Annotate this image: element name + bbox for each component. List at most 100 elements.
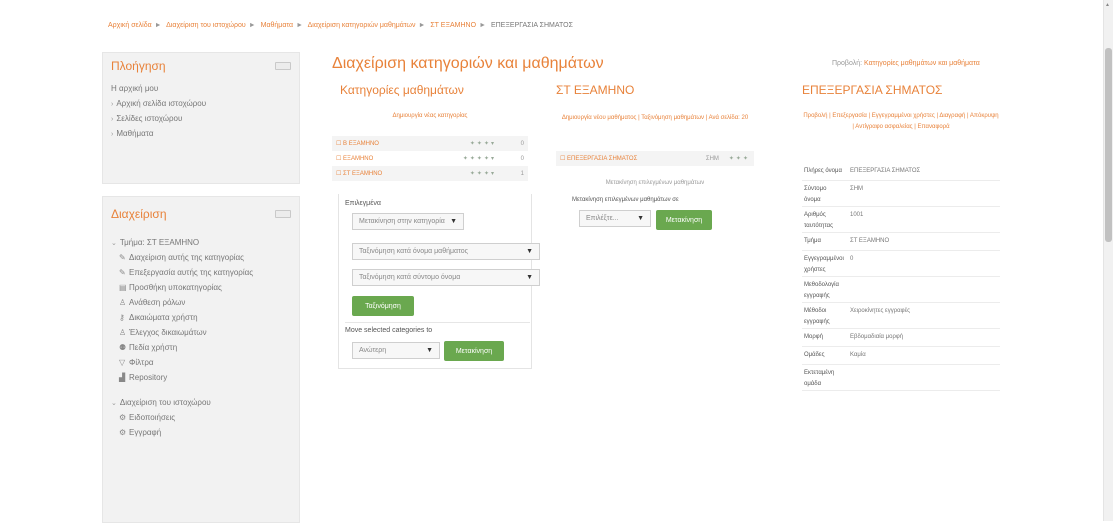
chart-icon: ▟: [119, 373, 126, 382]
admin-item-manage-category[interactable]: ✎ Διαχείριση αυτής της κατηγορίας: [111, 250, 291, 265]
detail-key: Πλήρες όνομα: [804, 168, 842, 174]
category-row[interactable]: ☐ ΣΤ ΕΞΑΜΗΝΟ ✦✦✦▾ 1: [332, 166, 528, 181]
view-mode-label: Προβολή:: [832, 60, 863, 67]
dropdown-arrow-icon: ▼: [526, 274, 533, 281]
block-collapse-icon[interactable]: [275, 210, 291, 218]
admin-item-notifications[interactable]: ⚙ Ειδοποιήσεις: [111, 410, 291, 425]
admin-item-label: Διαχείριση αυτής της κατηγορίας: [129, 253, 244, 262]
category-row[interactable]: ☐ Β ΕΞΑΜΗΝΟ ✦✦✦▾ 0: [332, 136, 528, 151]
course-checkbox[interactable]: ☐: [560, 155, 567, 162]
admin-item-label: Εγγραφή: [129, 428, 162, 437]
detail-row: Μορφή Εβδομαδιαία μορφή: [802, 329, 1000, 347]
breadcrumb-separator: ►: [296, 22, 304, 29]
caret-down-icon: ⌄: [111, 400, 117, 407]
course-links[interactable]: Δημιουργία νέου μαθήματος | Ταξινόμηση μ…: [556, 113, 754, 123]
sort-button[interactable]: Ταξινόμηση: [352, 296, 414, 316]
course-row[interactable]: ☐ ΕΠΕΞΕΡΓΑΣΙΑ ΣΗΜΑΤΟΣ ΣΗΜ ✦✦✦: [556, 151, 754, 166]
detail-row: Ομάδες Καμία: [802, 347, 1000, 365]
category-checkbox[interactable]: ☐: [336, 170, 343, 177]
admin-site-node[interactable]: ⌄ Διαχείριση του ιστοχώρου: [111, 395, 291, 410]
nav-item-courses[interactable]: › Μαθήματα: [111, 126, 291, 141]
courses-hint: Μετακίνηση επιλεγμένων μαθημάτων: [605, 180, 705, 186]
admin-item-label: Ειδοποιήσεις: [129, 413, 176, 422]
users-icon: ⚉: [119, 343, 127, 352]
breadcrumb-home[interactable]: Αρχική σελίδα: [108, 22, 152, 29]
scrollbar-thumb[interactable]: [1105, 48, 1112, 242]
detail-key: Τμήμα: [804, 238, 821, 244]
breadcrumb-separator: ►: [248, 22, 256, 29]
admin-item-assign-roles[interactable]: ♙ Ανάθεση ρόλων: [111, 295, 291, 310]
category-checkbox[interactable]: ☐: [336, 140, 343, 147]
admin-item-repository[interactable]: ▟ Repository: [111, 370, 291, 385]
detail-value: Καμία: [850, 352, 866, 358]
detail-key: Εγγεγραμμένοι χρήστες: [804, 256, 844, 273]
breadcrumb-courses[interactable]: Μαθήματα: [261, 22, 293, 29]
course-name[interactable]: ΕΠΕΞΕΡΓΑΣΙΑ ΣΗΜΑΤΟΣ: [567, 156, 637, 162]
select-value: Ανώτερη: [359, 347, 387, 354]
sort-by-name-select[interactable]: Ταξινόμηση κατά όνομα μαθήματος ▼: [352, 243, 540, 260]
category-name[interactable]: Β ΕΞΑΜΗΝΟ: [343, 141, 379, 147]
breadcrumb-site-admin[interactable]: Διαχείριση του ιστοχώρου: [166, 22, 246, 29]
detail-value: 0: [850, 256, 854, 262]
category-name[interactable]: ΕΞΑΜΗΝΟ: [343, 156, 373, 162]
nav-item-label: Σελίδες ιστοχώρου: [116, 114, 183, 123]
breadcrumb-category[interactable]: ΣΤ ΕΞΑΜΗΝΟ: [430, 22, 476, 29]
category-checkbox[interactable]: ☐: [336, 155, 343, 162]
move-to-category-select[interactable]: Μετακίνηση στην κατηγορία ▼: [352, 213, 464, 230]
select-value: Ταξινόμηση κατά σύντομο όνομα: [359, 274, 461, 281]
navigation-block-header: Πλοήγηση: [103, 53, 299, 75]
courses-title: ΣΤ ΕΞΑΜΗΝΟ: [556, 83, 635, 97]
sort-by-shortname-select[interactable]: Ταξινόμηση κατά σύντομο όνομα ▼: [352, 269, 540, 286]
detail-row: Σύντομο όνομα ΣΗΜ: [802, 181, 1000, 207]
category-row[interactable]: ☐ ΕΞΑΜΗΝΟ ✦✦✦✦▾ 0: [332, 151, 528, 166]
nav-item-site-home[interactable]: › Αρχική σελίδα ιστοχώρου: [111, 96, 291, 111]
select-value: Μετακίνηση στην κατηγορία: [359, 218, 445, 225]
detail-row: Αριθμός ταυτότητας 1001: [802, 207, 1000, 233]
breadcrumb-manage-categories[interactable]: Διαχείριση κατηγοριών μαθημάτων: [308, 22, 416, 29]
admin-item-add-subcategory[interactable]: ▤ Προσθήκη υποκατηγορίας: [111, 280, 291, 295]
admin-item-check-permissions[interactable]: ♙ Έλεγχος δικαιωμάτων: [111, 325, 291, 340]
move-courses-select[interactable]: Επιλέξτε... ▼: [579, 210, 651, 227]
category-name[interactable]: ΣΤ ΕΞΑΜΗΝΟ: [343, 171, 382, 177]
page-scrollbar[interactable]: ▲: [1103, 0, 1113, 521]
nav-item-label: Η αρχική μου: [111, 84, 159, 93]
admin-item-permissions[interactable]: ⚷ Δικαιώματα χρήστη: [111, 310, 291, 325]
admin-item-registration[interactable]: ⚙ Εγγραφή: [111, 425, 291, 440]
detail-value-link[interactable]: ΣΤ ΕΞΑΜΗΝΟ: [842, 233, 1000, 250]
navigation-list: Η αρχική μου › Αρχική σελίδα ιστοχώρου › Σ…: [103, 75, 299, 141]
administration-block: Διαχείριση ⌄ Τμήμα: ΣΤ ΕΞΑΜΗΝΟ ✎ Διαχείρισ…: [102, 196, 300, 523]
select-value: Επιλέξτε...: [586, 215, 619, 222]
create-category-link[interactable]: Δημιουργία νέας κατηγορίας: [332, 113, 528, 119]
admin-category-node[interactable]: ⌄ Τμήμα: ΣΤ ΕΞΑΜΗΝΟ: [111, 235, 291, 250]
detail-row: Τμήμα ΣΤ ΕΞΑΜΗΝΟ: [802, 233, 1000, 251]
dropdown-arrow-icon: ▼: [526, 248, 533, 255]
folder-icon: ▤: [119, 283, 127, 292]
move-categories-select[interactable]: Ανώτερη ▼: [352, 342, 440, 359]
detail-key: Αριθμός ταυτότητας: [804, 212, 834, 229]
category-action-icons[interactable]: ✦✦✦✦▾: [463, 155, 496, 162]
key-icon: ⚷: [119, 313, 125, 322]
course-action-icons[interactable]: ✦✦✦: [729, 155, 750, 162]
admin-item-label: Έλεγχος δικαιωμάτων: [129, 328, 207, 337]
pencil-icon: ✎: [119, 268, 126, 277]
detail-value: Χειροκίνητες εγγραφές: [850, 308, 911, 314]
detail-key: Μορφή: [804, 334, 823, 340]
course-detail-actions[interactable]: Προβολή | Επεξεργασία | Εγγεγραμμένοι χρ…: [802, 111, 1000, 133]
move-courses-button[interactable]: Μετακίνηση: [656, 210, 712, 230]
admin-item-edit-category[interactable]: ✎ Επεξεργασία αυτής της κατηγορίας: [111, 265, 291, 280]
nav-item-site-pages[interactable]: › Σελίδες ιστοχώρου: [111, 111, 291, 126]
select-value: Ταξινόμηση κατά όνομα μαθήματος: [359, 248, 469, 255]
view-mode-link[interactable]: Κατηγορίες μαθημάτων και μαθήματα: [864, 60, 980, 67]
admin-item-cohorts[interactable]: ⚉ Πεδία χρήστη: [111, 340, 291, 355]
nav-item-my-home[interactable]: Η αρχική μου: [111, 81, 291, 96]
admin-item-label: Πεδία χρήστη: [129, 343, 178, 352]
block-collapse-icon[interactable]: [275, 62, 291, 70]
view-mode: Προβολή: Κατηγορίες μαθημάτων και μαθήμα…: [832, 60, 980, 67]
scroll-up-arrow-icon[interactable]: ▲: [1105, 2, 1110, 8]
move-categories-button[interactable]: Μετακίνηση: [444, 341, 504, 361]
category-action-icons[interactable]: ✦✦✦▾: [470, 140, 496, 147]
admin-item-filters[interactable]: ▽ Φίλτρα: [111, 355, 291, 370]
caret-right-icon: ›: [111, 101, 114, 108]
admin-item-label: Επεξεργασία αυτής της κατηγορίας: [129, 268, 254, 277]
category-action-icons[interactable]: ✦✦✦▾: [470, 170, 496, 177]
